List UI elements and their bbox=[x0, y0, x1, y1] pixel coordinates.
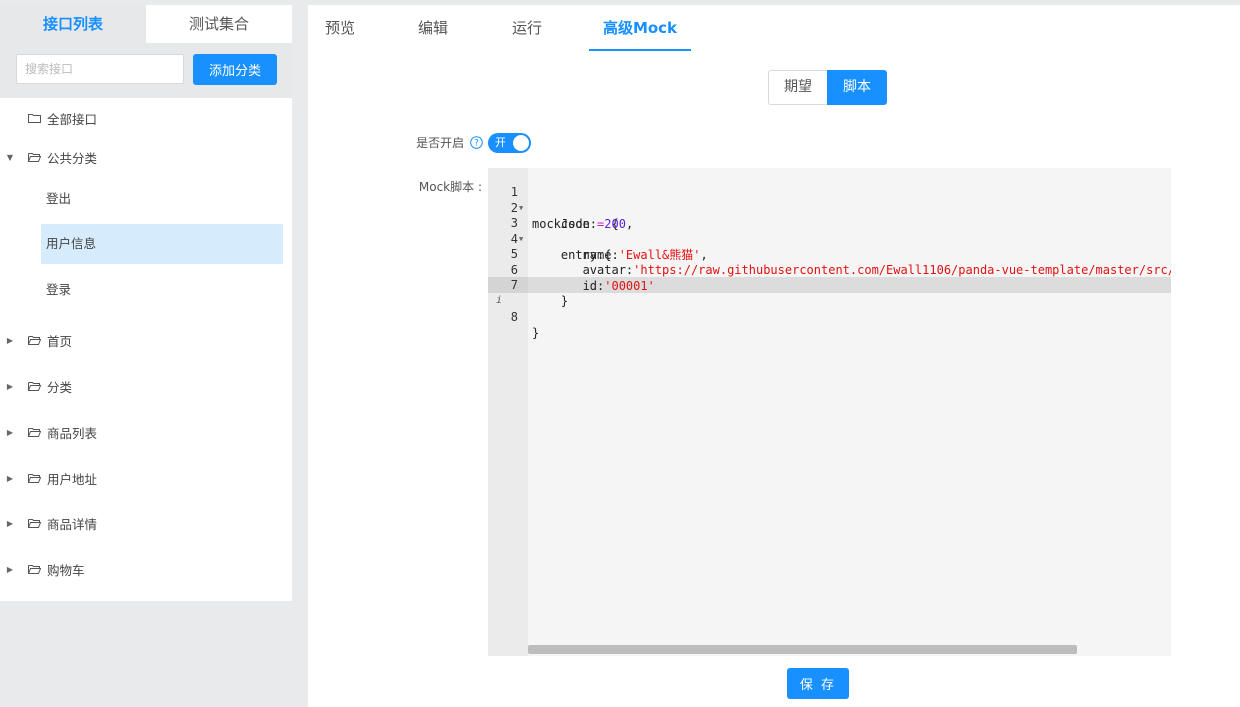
folder-open-icon bbox=[28, 564, 41, 574]
tree-item-all[interactable]: 全部接口 bbox=[0, 98, 97, 138]
tree-item-login[interactable]: 登录 bbox=[41, 270, 283, 310]
line-number: 8 bbox=[510, 310, 518, 324]
tab-preview[interactable]: 预览 bbox=[324, 5, 356, 51]
code-line: 6 id:'00001' bbox=[488, 246, 1171, 293]
segment-expectation[interactable]: 期望 bbox=[768, 70, 827, 105]
tree-item-label: 商品列表 bbox=[47, 425, 98, 441]
tab-advanced-mock[interactable]: 高级Mock bbox=[589, 5, 691, 51]
caret-right-icon[interactable]: ▶ bbox=[5, 428, 15, 437]
search-row: 添加分类 bbox=[0, 43, 292, 98]
info-icon[interactable]: i bbox=[496, 293, 502, 309]
question-circle-icon[interactable]: ? bbox=[470, 135, 483, 152]
caret-right-icon[interactable]: ▶ bbox=[5, 336, 15, 345]
tab-test-collection[interactable]: 测试集合 bbox=[146, 5, 292, 43]
tree-item-logout[interactable]: 登出 bbox=[41, 179, 283, 219]
tree-item-label: 公共分类 bbox=[47, 150, 98, 166]
mock-enable-switch[interactable]: 开 bbox=[488, 133, 531, 153]
code-line: 1 ▼ mockJson = { bbox=[488, 168, 1171, 231]
tree-item-label: 用户地址 bbox=[47, 471, 98, 487]
switch-text: 开 bbox=[495, 136, 506, 149]
caret-down-icon[interactable]: ▼ bbox=[5, 153, 15, 162]
tree-item-label: 全部接口 bbox=[47, 111, 98, 127]
folder-open-icon bbox=[28, 152, 41, 162]
tree-item-cart[interactable]: ▶ 购物车 bbox=[0, 549, 85, 589]
save-button[interactable]: 保 存 bbox=[787, 668, 849, 699]
mock-mode-segment: 期望 脚本 bbox=[768, 70, 887, 105]
sidebar-tabs: 接口列表 测试集合 bbox=[0, 5, 292, 43]
folder-open-icon bbox=[28, 518, 41, 528]
code-line: 2 code: 200, bbox=[488, 184, 1171, 231]
search-input[interactable] bbox=[16, 54, 184, 84]
folder-open-icon bbox=[28, 473, 41, 483]
folder-open-icon bbox=[28, 381, 41, 391]
svg-text:?: ? bbox=[474, 138, 479, 148]
caret-right-icon[interactable]: ▶ bbox=[5, 474, 15, 483]
sidebar: 接口列表 测试集合 添加分类 全部接口 ▼ 公共分类 登出 用户信息 登录 ▶ bbox=[0, 5, 292, 601]
enable-label: 是否开启 bbox=[416, 136, 465, 150]
tree-item-category[interactable]: ▶ 分类 bbox=[0, 366, 72, 406]
code-editor[interactable]: 1 ▼ mockJson = { 2 code: 200, 3 ▼ entry:… bbox=[488, 168, 1171, 656]
code-line: 5 avatar:'https://raw.githubusercontent.… bbox=[488, 230, 1171, 277]
code-text: } bbox=[532, 326, 540, 340]
code-text: } bbox=[532, 294, 569, 308]
tree-item-label: 分类 bbox=[47, 379, 73, 395]
horizontal-scrollbar[interactable] bbox=[528, 645, 1077, 654]
tree-item-label: 购物车 bbox=[47, 562, 85, 578]
caret-right-icon[interactable]: ▶ bbox=[5, 519, 15, 528]
main-panel: 预览 编辑 运行 高级Mock 期望 脚本 是否开启 ? 开 Mock脚本 : … bbox=[308, 5, 1240, 707]
enable-label-row: 是否开启 ? bbox=[398, 134, 483, 152]
folder-icon bbox=[28, 113, 41, 123]
tree-item-home[interactable]: ▶ 首页 bbox=[0, 320, 72, 360]
code-line: 3 ▼ entry:{ bbox=[488, 199, 1171, 262]
folder-open-icon bbox=[28, 427, 41, 437]
tree-item-public[interactable]: ▼ 公共分类 bbox=[0, 137, 97, 177]
code-line: 7 } bbox=[488, 261, 1171, 308]
tree-item-product-detail[interactable]: ▶ 商品详情 bbox=[0, 503, 97, 543]
tab-run[interactable]: 运行 bbox=[511, 5, 543, 51]
script-label: Mock脚本 : bbox=[418, 180, 482, 194]
tree-item-product-list[interactable]: ▶ 商品列表 bbox=[0, 412, 97, 452]
tree-item-label: 首页 bbox=[47, 333, 73, 349]
tree-item-user-address[interactable]: ▶ 用户地址 bbox=[0, 458, 97, 498]
add-category-button[interactable]: 添加分类 bbox=[193, 54, 277, 85]
switch-knob bbox=[513, 135, 529, 151]
tab-edit[interactable]: 编辑 bbox=[417, 5, 449, 51]
tree-item-label: 商品详情 bbox=[47, 516, 98, 532]
tree-item-user-info[interactable]: 用户信息 bbox=[41, 224, 283, 264]
tab-interface-list[interactable]: 接口列表 bbox=[0, 5, 146, 43]
caret-right-icon[interactable]: ▶ bbox=[5, 382, 15, 391]
segment-script[interactable]: 脚本 bbox=[827, 70, 887, 105]
code-line: i 8 } bbox=[488, 277, 1171, 340]
code-line: 4 name:'Ewall&熊猫', bbox=[488, 215, 1171, 262]
caret-right-icon[interactable]: ▶ bbox=[5, 565, 15, 574]
folder-open-icon bbox=[28, 335, 41, 345]
main-tabs: 预览 编辑 运行 高级Mock bbox=[308, 5, 1240, 51]
